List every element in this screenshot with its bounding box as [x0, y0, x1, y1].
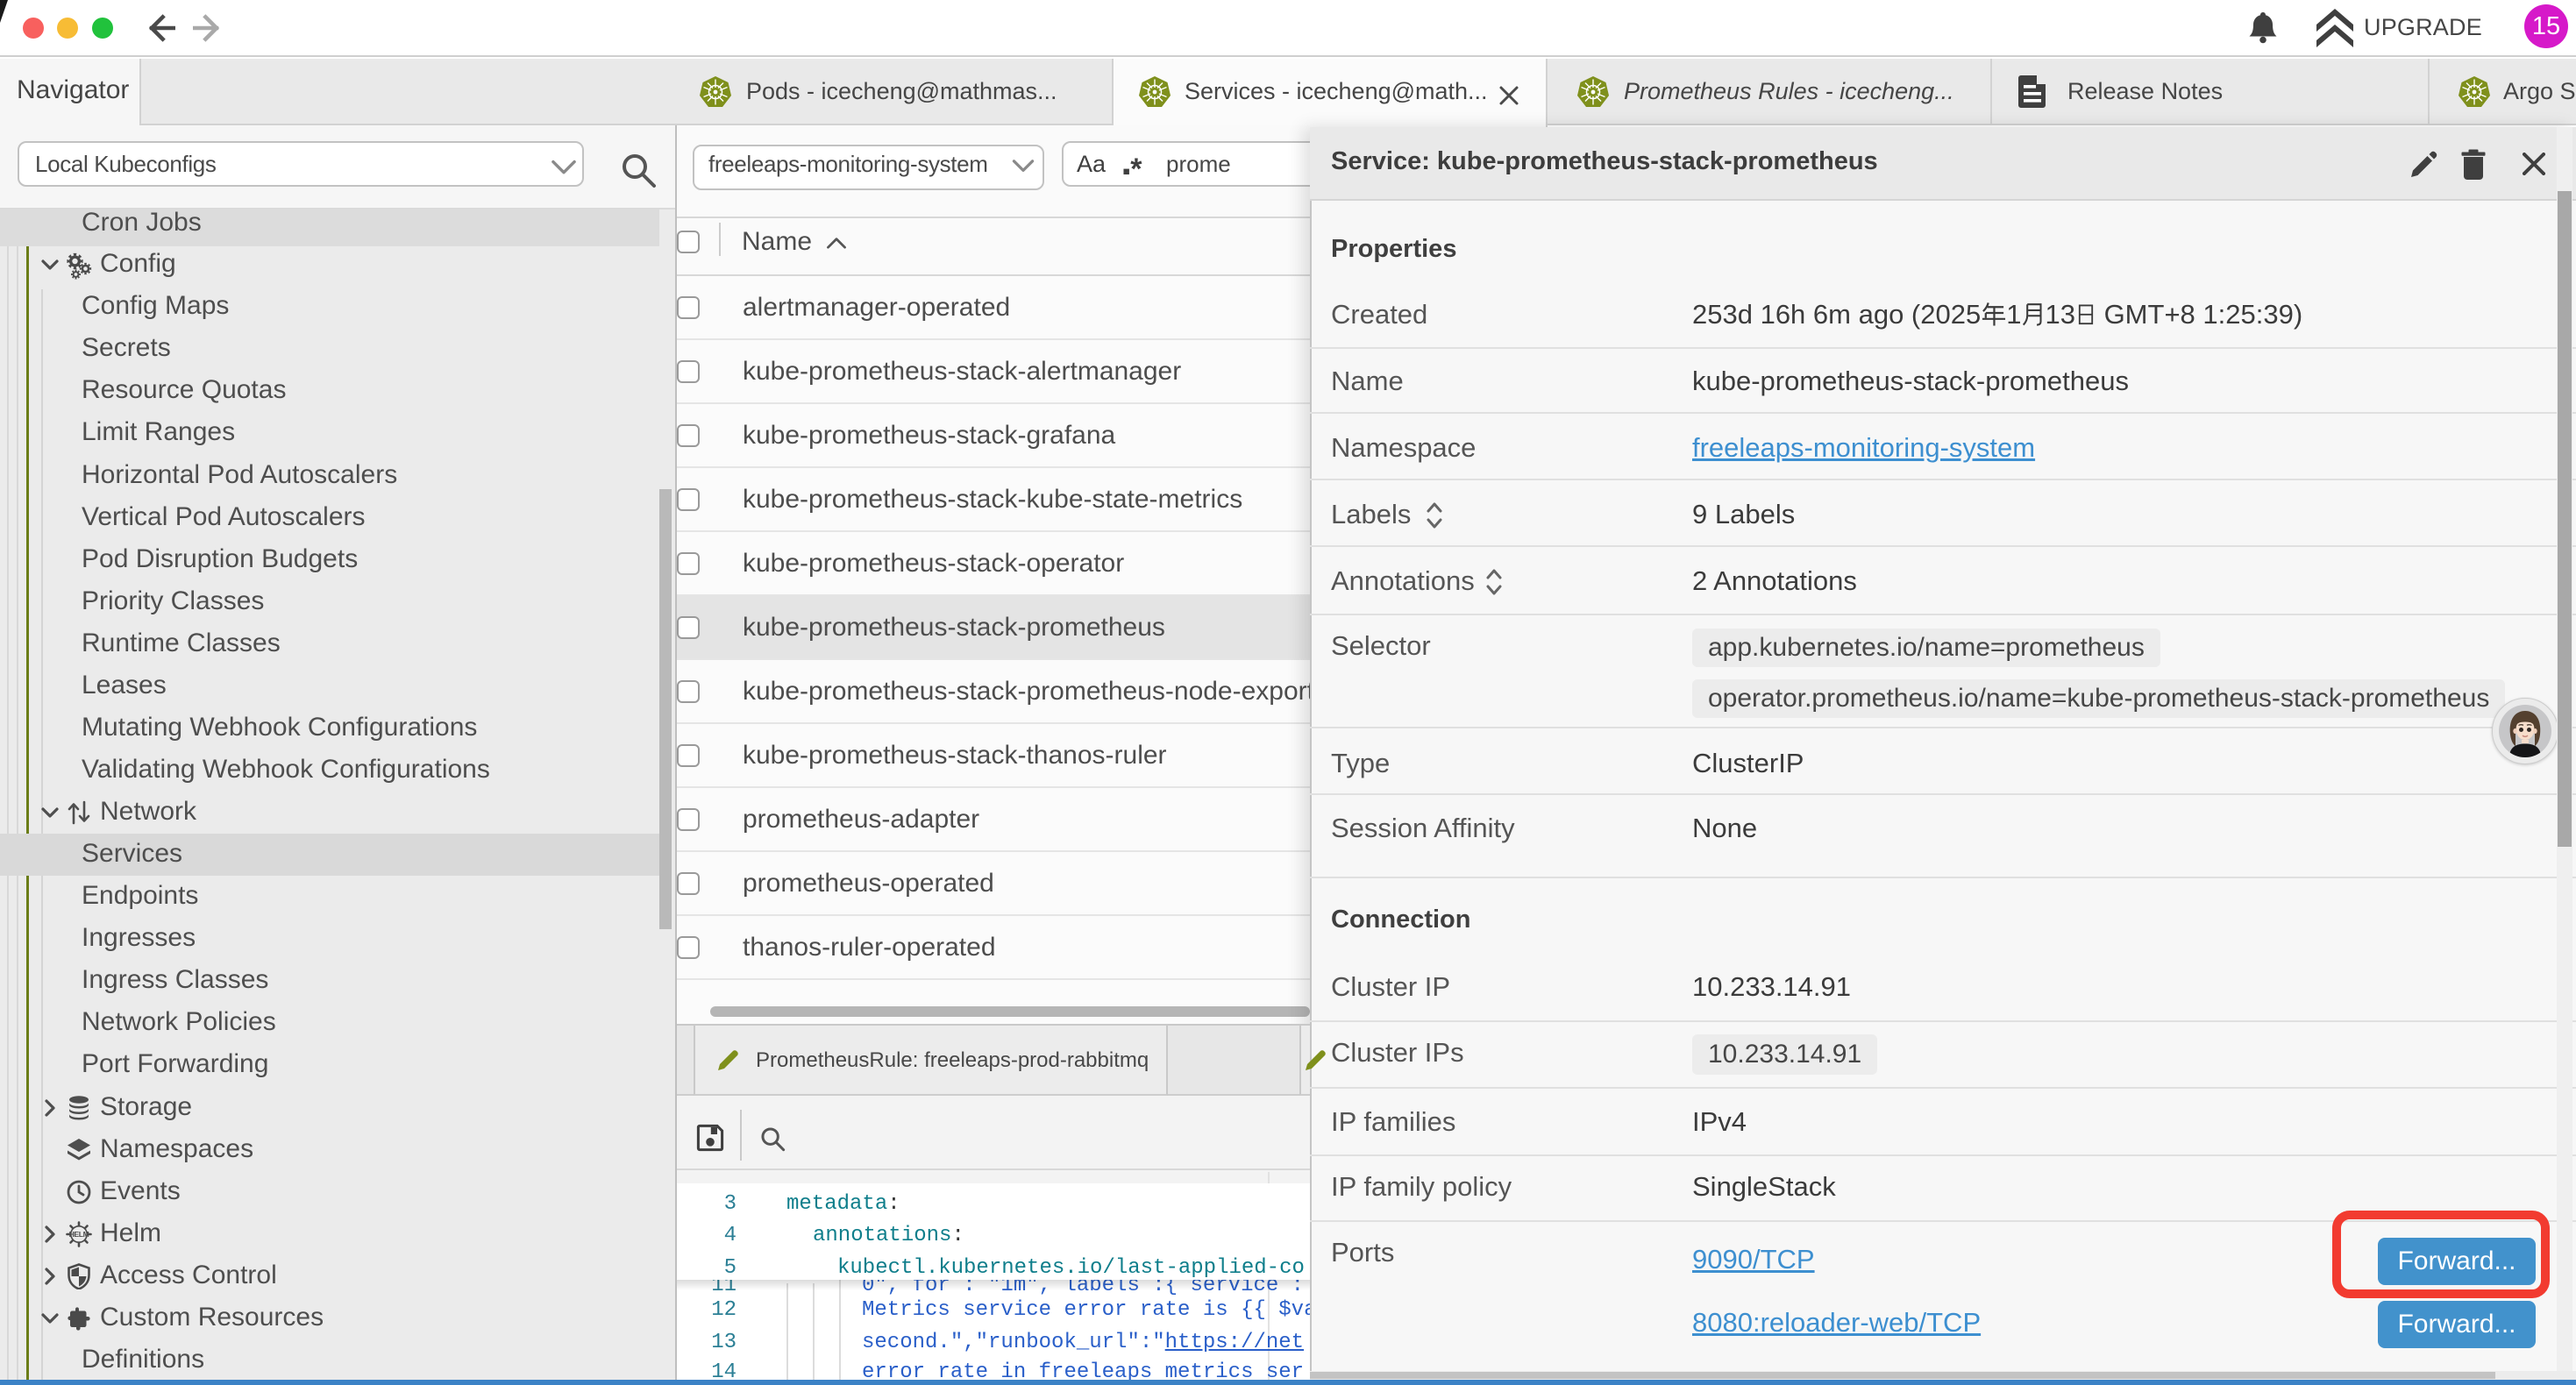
- svg-text:HELM: HELM: [69, 1230, 89, 1239]
